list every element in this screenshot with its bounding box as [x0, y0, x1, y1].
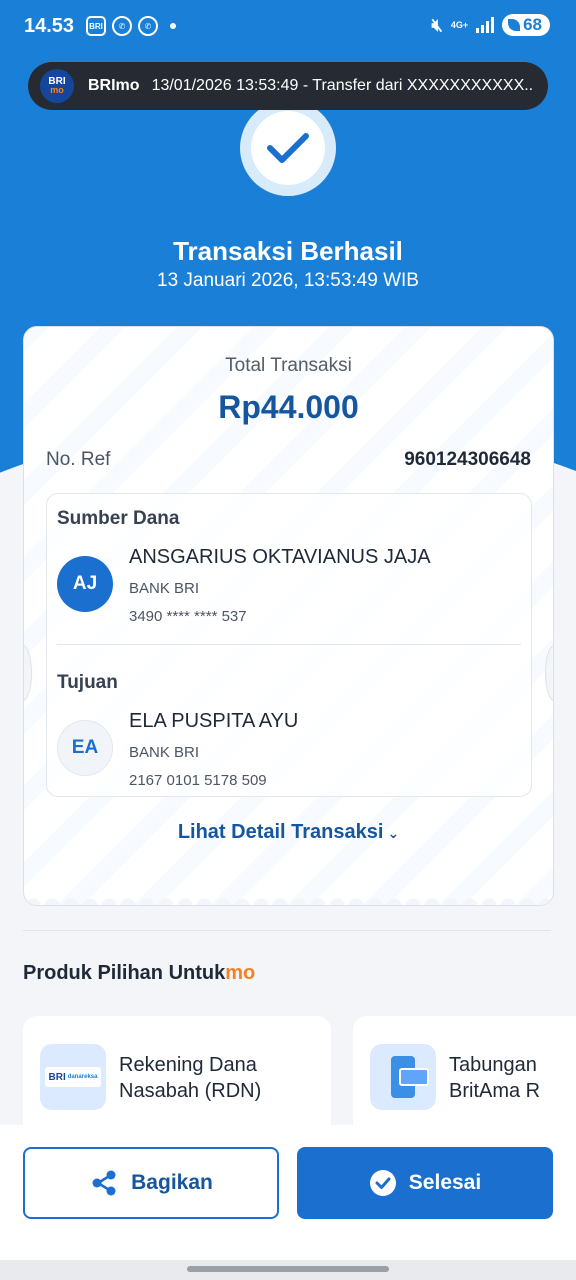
done-button[interactable]: Selesai	[297, 1147, 553, 1219]
notification-app: BRImo	[88, 77, 140, 94]
notification-banner[interactable]: BRI mo BRImo 13/01/2026 13:53:49 - Transfe…	[28, 62, 548, 110]
destination-name: ELA PUSPITA AYU	[129, 710, 299, 732]
whatsapp-icon: ✆	[112, 16, 132, 36]
receipt-zigzag-edge	[24, 892, 553, 905]
brimo-logo-icon: BRI mo	[40, 69, 74, 103]
product-label-line1: Rekening Dana	[119, 1054, 257, 1076]
destination-avatar: EA	[57, 720, 113, 776]
share-icon	[92, 1170, 116, 1196]
product-label-line2: Nasabah (RDN)	[119, 1080, 262, 1102]
battery-saver-icon	[508, 19, 521, 31]
receipt-card: Total Transaksi Rp44.000 No. Ref 9601243…	[23, 326, 554, 906]
brimo-icon: BRI	[86, 16, 106, 36]
notification-text: BRImo 13/01/2026 13:53:49 - Transfer dari…	[88, 77, 533, 95]
success-badge	[240, 100, 336, 196]
success-badge-inner	[251, 111, 325, 185]
bottom-action-bar: Bagikan Selesai	[0, 1125, 576, 1260]
product-label-line2: BritAma R	[449, 1080, 541, 1102]
battery-indicator: 68	[502, 14, 550, 36]
status-time: 14.53	[24, 15, 75, 37]
status-app-icons: BRI ✆ ✆	[86, 16, 176, 36]
section-divider	[23, 930, 551, 931]
battery-level: 68	[523, 15, 542, 34]
source-avatar: AJ	[57, 556, 113, 612]
view-transaction-detail-link[interactable]: Lihat Detail Transaksi ⌄	[24, 821, 553, 844]
network-type: 4G+	[450, 19, 469, 30]
share-button[interactable]: Bagikan	[23, 1147, 279, 1219]
status-right: 🔇︎ 4G+ 68	[431, 14, 550, 36]
transaction-datetime: 13 Januari 2026, 13:53:49 WIB	[157, 270, 419, 291]
bri-danareksa-icon: BRI danareksa	[40, 1044, 106, 1110]
destination-bank: BANK BRI	[129, 744, 200, 761]
ref-value: 960124306648	[404, 449, 531, 470]
system-nav-bar	[0, 1260, 576, 1280]
products-title-text: Produk Pilihan Untuk	[23, 962, 226, 984]
products-title: Produk Pilihan Untukmo	[23, 962, 255, 985]
product-label: Rekening Dana Nasabah (RDN)	[119, 1052, 261, 1104]
chevron-down-icon: ⌄	[387, 825, 400, 841]
source-name: ANSGARIUS OKTAVIANUS JAJA	[129, 546, 431, 568]
status-bar: 14.53 BRI ✆ ✆ 🔇︎ 4G+ 68	[0, 0, 576, 54]
done-label: Selesai	[408, 1171, 482, 1194]
total-amount: Rp44.000	[218, 389, 359, 425]
source-bank: BANK BRI	[129, 580, 200, 597]
home-gesture-handle[interactable]	[187, 1266, 389, 1272]
product-card-britama[interactable]: Tabungan BritAma R	[353, 1016, 576, 1136]
source-account: 3490 **** **** 537	[129, 608, 247, 625]
product-label-line1: Tabungan	[449, 1054, 537, 1076]
more-notifications-dot	[170, 23, 176, 29]
product-card-rdn[interactable]: BRI danareksa Rekening Dana Nasabah (RDN)	[23, 1016, 331, 1136]
notification-message: 13/01/2026 13:53:49 - Transfer dari XXXX…	[151, 77, 533, 94]
total-label: Total Transaksi	[225, 355, 352, 376]
destination-section-title: Tujuan	[57, 672, 118, 693]
page-title: Transaksi Berhasil	[173, 236, 403, 266]
parties-box: Sumber Dana AJ ANSGARIUS OKTAVIANUS JAJA…	[46, 493, 532, 797]
signal-icon	[476, 17, 495, 33]
whatsapp-icon: ✆	[138, 16, 158, 36]
destination-account: 2167 0101 5178 509	[129, 772, 267, 789]
mute-icon: 🔇︎	[431, 14, 443, 35]
check-circle-icon	[369, 1170, 396, 1196]
detail-link-label: Lihat Detail Transaksi	[177, 821, 384, 843]
products-title-accent: mo	[225, 962, 256, 984]
phone-card-icon	[370, 1044, 436, 1110]
ref-label: No. Ref	[46, 449, 111, 470]
check-icon	[267, 133, 309, 163]
share-label: Bagikan	[131, 1171, 213, 1194]
divider	[57, 644, 521, 645]
source-section-title: Sumber Dana	[57, 508, 180, 529]
product-label: Tabungan BritAma R	[449, 1052, 540, 1104]
